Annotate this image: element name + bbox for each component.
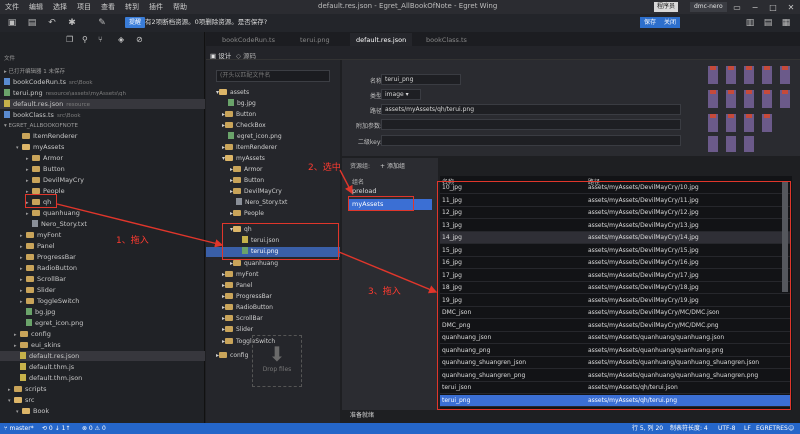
branch-label: master* bbox=[9, 425, 34, 432]
language-status[interactable]: EGRETRES bbox=[756, 423, 788, 434]
status-bar: ⑂ master* ⟲ 0 ↓ 1↑ ⊗ 0 ⚠ 0 行 5, 列 20 制表符… bbox=[0, 423, 800, 434]
indent-status[interactable]: 制表符长度: 4 bbox=[670, 423, 708, 434]
git-branch[interactable]: ⑂ master* bbox=[4, 423, 34, 434]
cursor-position[interactable]: 行 5, 列 20 bbox=[632, 423, 663, 434]
app-window: 文件 编辑 选择 项目 查看 转到 插件 帮助 default.res.json… bbox=[0, 0, 800, 434]
encoding-status[interactable]: UTF-8 bbox=[718, 423, 736, 434]
sync-status[interactable]: ⟲ 0 ↓ 1↑ bbox=[42, 423, 70, 434]
arrow-step1 bbox=[56, 203, 224, 248]
eol-status[interactable]: LF bbox=[744, 423, 751, 434]
smiley-icon[interactable]: ☺ bbox=[788, 423, 794, 434]
annotation-arrows bbox=[56, 169, 438, 294]
problems-status[interactable]: ⊗ 0 ⚠ 0 bbox=[82, 423, 106, 434]
arrow-step2 bbox=[339, 169, 353, 195]
arrow-step3 bbox=[338, 251, 438, 294]
